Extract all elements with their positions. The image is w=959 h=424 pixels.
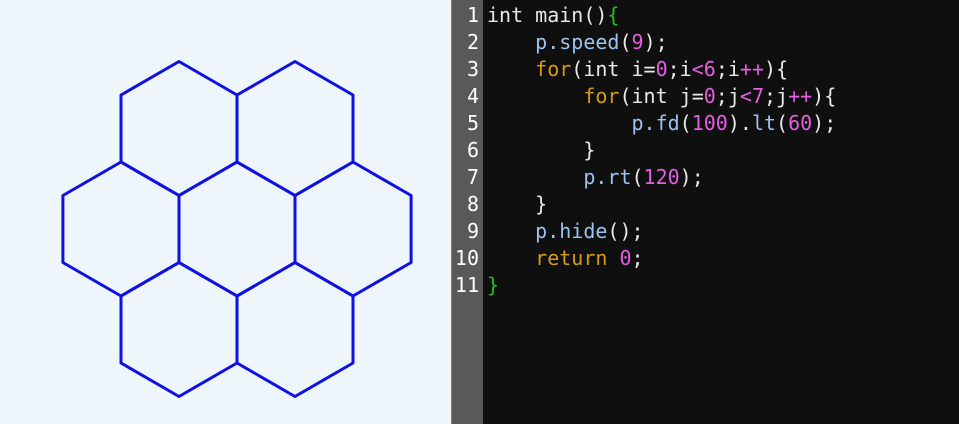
line-number: 11 (454, 273, 479, 297)
code-token: ); (643, 30, 668, 54)
code-token: ++ (739, 57, 765, 81)
code-token: } (487, 192, 548, 216)
turtle-canvas (0, 0, 451, 424)
code-token: for (535, 57, 572, 81)
hexagon-5 (293, 160, 413, 298)
hexagon-drawing (61, 60, 413, 398)
code-line[interactable]: p.speed(9); (487, 29, 668, 56)
line-number: 6 (466, 138, 479, 162)
code-token: ;j (763, 84, 789, 108)
line-number: 7 (466, 165, 479, 189)
code-token: ( (619, 30, 632, 54)
code-token: for (583, 84, 620, 108)
code-token: int main (487, 3, 584, 27)
code-line[interactable]: for(int i=0;i<6;i++){ (487, 56, 788, 83)
line-number: 10 (454, 246, 479, 270)
code-token: 60 (788, 111, 813, 135)
code-token: 9 (631, 30, 644, 54)
code-token: ); (679, 165, 704, 189)
code-token: ( (776, 111, 789, 135)
code-token: < (691, 57, 704, 81)
code-token: p.rt (583, 165, 632, 189)
code-token: lt (751, 111, 777, 135)
code-line[interactable]: p.rt(120); (487, 164, 704, 191)
code-token: (int j= (619, 84, 704, 108)
code-token: 0 (703, 84, 716, 108)
code-line[interactable]: return 0; (487, 245, 644, 272)
hexagon-3 (61, 160, 181, 298)
code-token: ;i (715, 57, 740, 81)
code-token: (int i= (571, 57, 656, 81)
code-token: ; (631, 246, 644, 270)
line-number: 8 (466, 192, 479, 216)
hexagon-2 (235, 60, 355, 197)
line-number: 4 (466, 84, 479, 108)
code-token: p.fd (631, 111, 680, 135)
code-token: ). (727, 111, 752, 135)
code-token: < (739, 84, 752, 108)
code-token: 0 (655, 57, 668, 81)
code-token: 0 (619, 246, 632, 270)
line-number: 5 (466, 111, 479, 135)
code-token: 6 (703, 57, 716, 81)
code-line[interactable]: } (487, 191, 547, 218)
code-line[interactable]: p.fd(100).lt(60); (487, 110, 837, 137)
code-token: ;i (667, 57, 692, 81)
code-token: } (487, 138, 596, 162)
code-token: 7 (751, 84, 764, 108)
line-number-gutter: 1 2 3 4 5 6 7 8 9 10 11 (451, 0, 483, 424)
code-line[interactable]: p.hide(); (487, 218, 644, 245)
code-token: ); (812, 111, 837, 135)
code-token: } (487, 273, 500, 297)
code-token: () (583, 3, 608, 27)
code-token: 120 (643, 165, 680, 189)
code-editor[interactable]: int main(){ p.speed(9); for(int i=0;i<6;… (483, 0, 959, 424)
line-number: 2 (466, 30, 479, 54)
code-line[interactable]: int main(){ (487, 2, 619, 29)
hexagon-6 (119, 261, 239, 398)
line-number: 3 (466, 57, 479, 81)
code-token: ( (631, 165, 644, 189)
hexagon-1 (119, 60, 239, 197)
code-token: p.speed (535, 30, 620, 54)
code-token: ;j (715, 84, 740, 108)
line-number: 1 (466, 3, 479, 27)
line-number: 9 (466, 219, 479, 243)
code-token: ( (679, 111, 692, 135)
code-token: ){ (812, 84, 837, 108)
code-token: { (607, 3, 620, 27)
code-line[interactable]: for(int j=0;j<7;j++){ (487, 83, 836, 110)
code-token: p.hide (535, 219, 608, 243)
code-token: (); (607, 219, 644, 243)
code-token: return (535, 246, 608, 270)
hexagon-4 (177, 160, 297, 298)
hexagon-7 (235, 261, 355, 398)
code-line[interactable]: } (487, 137, 595, 164)
code-token: ++ (788, 84, 813, 108)
code-token: ){ (764, 57, 789, 81)
code-token: 100 (691, 111, 728, 135)
code-line[interactable]: } (487, 272, 499, 299)
